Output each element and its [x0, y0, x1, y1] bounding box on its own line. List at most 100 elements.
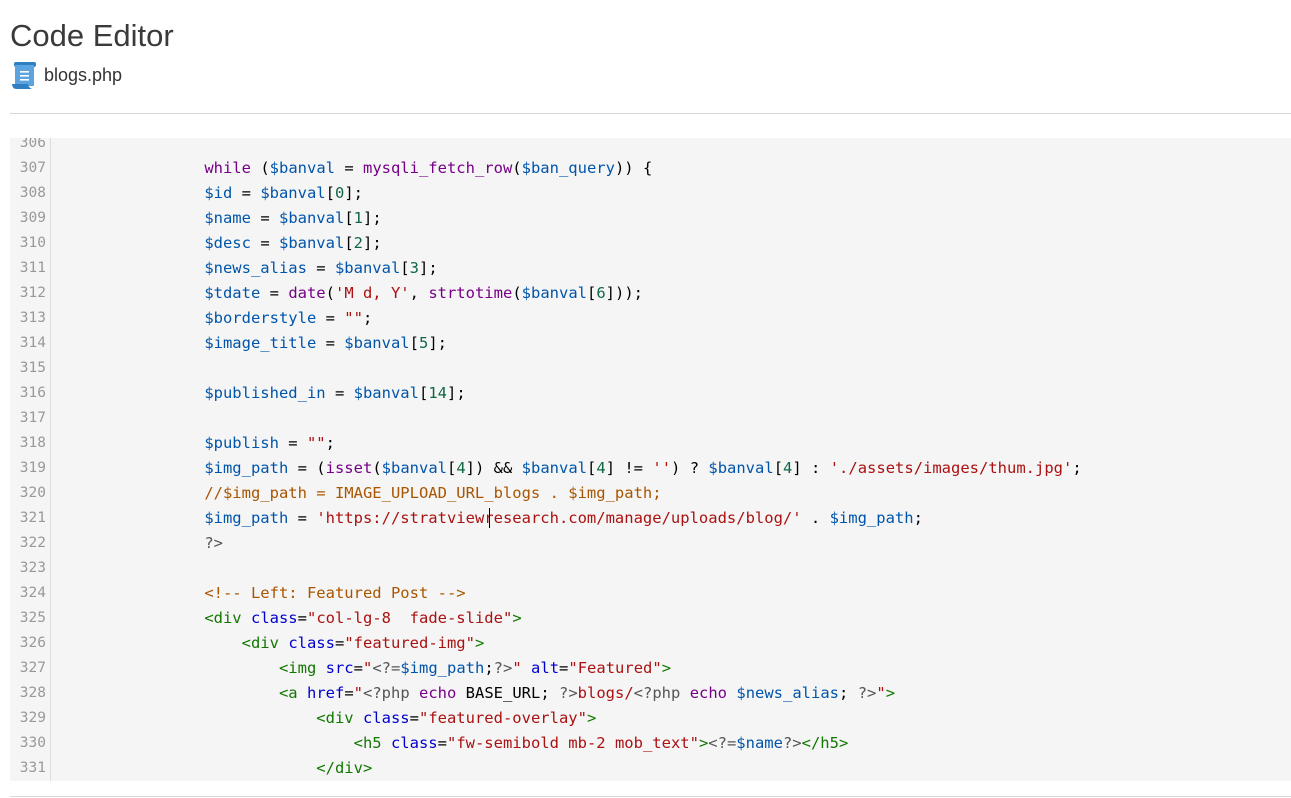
code-line[interactable]: 314 $image_title = $banval[5]; [10, 331, 1291, 356]
code-token: class [288, 634, 335, 652]
code-line[interactable]: 321 $img_path = 'https://stratviewresear… [10, 506, 1291, 531]
code-token: = [344, 684, 354, 702]
line-code[interactable]: while ($banval = mysqli_fetch_row($ban_q… [55, 156, 652, 181]
code-token: <!-- Left: Featured Post --> [204, 584, 466, 602]
line-code[interactable]: $borderstyle = ""; [55, 306, 372, 331]
line-code[interactable]: <div class="col-lg-8 fade-slide"> [55, 606, 522, 631]
code-token: = [250, 234, 279, 252]
code-line[interactable]: 323 [10, 556, 1291, 581]
line-number: 330 [19, 735, 46, 751]
code-token: './assets/images/thum.jpg' [829, 459, 1073, 477]
code-token: $tdate [204, 284, 261, 302]
code-line[interactable]: 306 [10, 138, 1291, 156]
code-token: "" [306, 434, 326, 452]
code-token: ] : [792, 459, 830, 477]
code-token: <div [241, 634, 279, 652]
line-code[interactable]: $image_title = $banval[5]; [55, 331, 447, 356]
code-token: date [288, 284, 326, 302]
line-code[interactable]: <h5 class="fw-semibold mb-2 mob_text"><?… [55, 731, 849, 756]
code-token: ; [325, 434, 335, 452]
code-token: = [353, 659, 363, 677]
code-token: $img_path [204, 459, 289, 477]
code-line[interactable]: 308 $id = $banval[0]; [10, 181, 1291, 206]
code-token: , [409, 284, 429, 302]
code-line[interactable]: 311 $news_alias = $banval[3]; [10, 256, 1291, 281]
line-code[interactable]: <a href="<?php echo BASE_URL; ?>blogs/<?… [55, 681, 895, 706]
code-line[interactable]: 319 $img_path = (isset($banval[4]) && $b… [10, 456, 1291, 481]
code-lines[interactable]: 306 307 while ($banval = mysqli_fetch_row… [10, 138, 1291, 781]
line-code[interactable]: $name = $banval[1]; [55, 206, 381, 231]
code-token: = [306, 259, 335, 277]
code-token: $img_path [204, 509, 289, 527]
code-token: $banval [708, 459, 774, 477]
code-line[interactable]: 318 $publish = ""; [10, 431, 1291, 456]
code-token: $banval [269, 159, 335, 177]
code-line[interactable]: 327 <img src="<?=$img_path;?>" alt="Feat… [10, 656, 1291, 681]
line-code[interactable]: <div class="featured-overlay"> [55, 706, 596, 731]
code-token: //$img_path = IMAGE_UPLOAD_URL_blogs . $… [204, 484, 662, 502]
code-token: "" [344, 309, 363, 327]
code-token: ( [250, 159, 270, 177]
code-line[interactable]: 330 <h5 class="fw-semibold mb-2 mob_text… [10, 731, 1291, 756]
code-line[interactable]: 322 ?> [10, 531, 1291, 556]
code-token: "fw-semibold mb-2 mob_text" [446, 734, 699, 752]
code-token: 5 [418, 334, 429, 352]
code-token: 3 [409, 259, 419, 277]
line-code[interactable]: $published_in = $banval[14]; [55, 381, 465, 406]
code-token: class [250, 609, 298, 627]
code-line[interactable]: 326 <div class="featured-img"> [10, 631, 1291, 656]
code-line[interactable]: 310 $desc = $banval[2]; [10, 231, 1291, 256]
code-line[interactable]: 320 //$img_path = IMAGE_UPLOAD_URL_blogs… [10, 481, 1291, 506]
line-code[interactable]: <div class="featured-img"> [55, 631, 485, 656]
code-line[interactable]: 313 $borderstyle = ""; [10, 306, 1291, 331]
code-line[interactable]: 324 <!-- Left: Featured Post --> [10, 581, 1291, 606]
code-token: > [474, 634, 485, 652]
code-token: ]; [363, 234, 382, 252]
code-token: ; [913, 509, 923, 527]
code-line[interactable]: 317 [10, 406, 1291, 431]
code-line[interactable]: 329 <div class="featured-overlay"> [10, 706, 1291, 731]
line-code[interactable]: $tdate = date('M d, Y', strtotime($banva… [55, 281, 643, 306]
code-line[interactable]: 312 $tdate = date('M d, Y', strtotime($b… [10, 281, 1291, 306]
line-code[interactable]: //$img_path = IMAGE_UPLOAD_URL_blogs . $… [55, 481, 662, 506]
line-code[interactable]: <!-- Left: Featured Post --> [55, 581, 466, 606]
line-code[interactable]: </div> [55, 756, 372, 781]
code-line[interactable]: 331 </div> [10, 756, 1291, 781]
code-token: > [512, 609, 522, 627]
line-code[interactable]: ?> [55, 531, 223, 556]
line-number: 319 [19, 460, 46, 476]
code-line[interactable]: 316 $published_in = $banval[14]; [10, 381, 1291, 406]
line-code[interactable]: $desc = $banval[2]; [55, 231, 382, 256]
line-code[interactable]: $id = $banval[0]; [55, 181, 363, 206]
code-token: [ [587, 459, 597, 477]
code-token: ])); [605, 284, 643, 302]
code-line[interactable]: 328 <a href="<?php echo BASE_URL; ?>blog… [10, 681, 1291, 706]
code-token: ) ? [671, 459, 709, 477]
code-token: $publish [204, 434, 279, 452]
line-number: 314 [19, 335, 46, 351]
code-token: ?> [559, 684, 578, 702]
code-token: $banval [521, 284, 587, 302]
code-line[interactable]: 325 <div class="col-lg-8 fade-slide"> [10, 606, 1291, 631]
code-token: . [801, 509, 830, 527]
code-line[interactable]: 315 [10, 356, 1291, 381]
line-code[interactable]: $news_alias = $banval[3]; [55, 256, 437, 281]
line-code[interactable]: $img_path = (isset($banval[4]) && $banva… [55, 456, 1081, 481]
line-code[interactable]: $publish = ""; [55, 431, 335, 456]
code-editor[interactable]: 306 307 while ($banval = mysqli_fetch_row… [10, 138, 1291, 781]
code-token: = [297, 609, 307, 627]
line-code[interactable]: <img src="<?=$img_path;?>" alt="Featured… [55, 656, 671, 681]
code-line[interactable]: 307 while ($banval = mysqli_fetch_row($b… [10, 156, 1291, 181]
code-token: = [316, 334, 345, 352]
code-line[interactable]: 309 $name = $banval[1]; [10, 206, 1291, 231]
line-number: 317 [19, 410, 46, 426]
line-number: 328 [19, 685, 46, 701]
